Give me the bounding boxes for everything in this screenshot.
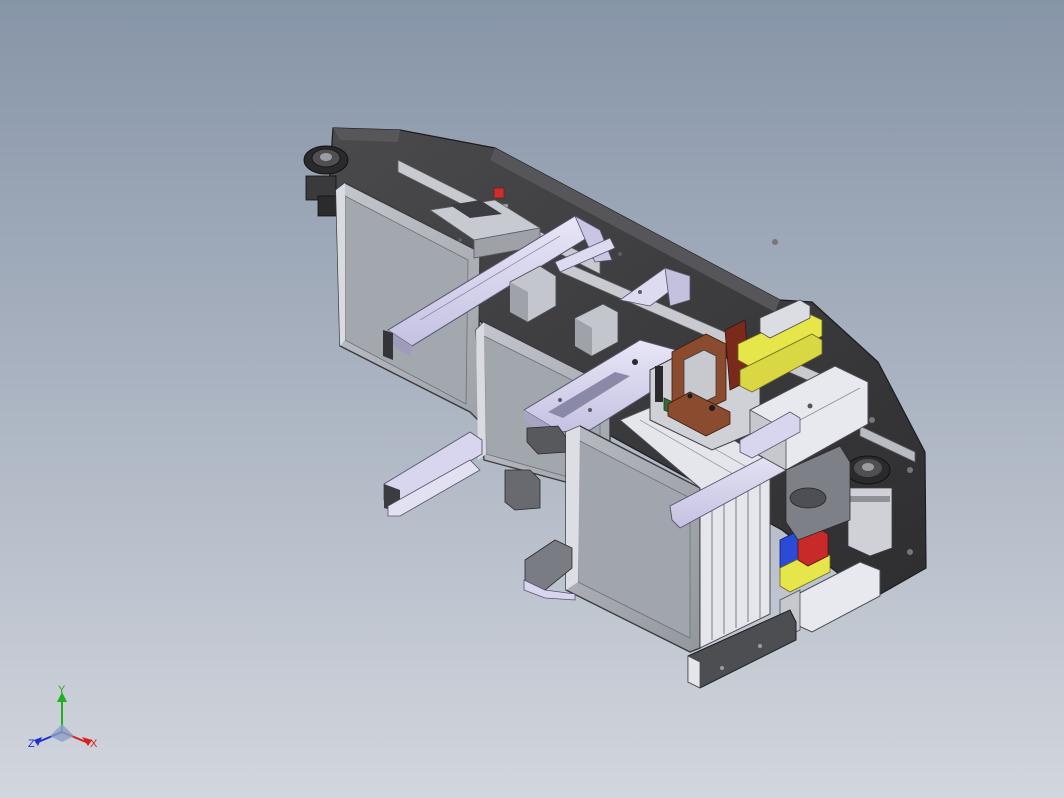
orientation-triad[interactable]: Y X Z xyxy=(24,684,108,756)
y-axis-label: Y xyxy=(58,684,66,696)
x-axis-label: X xyxy=(90,738,98,750)
cad-assembly-model[interactable] xyxy=(0,0,1064,798)
z-axis-label: Z xyxy=(28,738,35,750)
3d-model-viewport[interactable]: Y X Z xyxy=(0,0,1064,798)
triad-plane-icon xyxy=(50,724,74,742)
bottom-right-pulley[interactable] xyxy=(845,455,893,557)
lower-left-arm[interactable] xyxy=(383,431,483,517)
lower-middle-post[interactable] xyxy=(504,469,541,511)
